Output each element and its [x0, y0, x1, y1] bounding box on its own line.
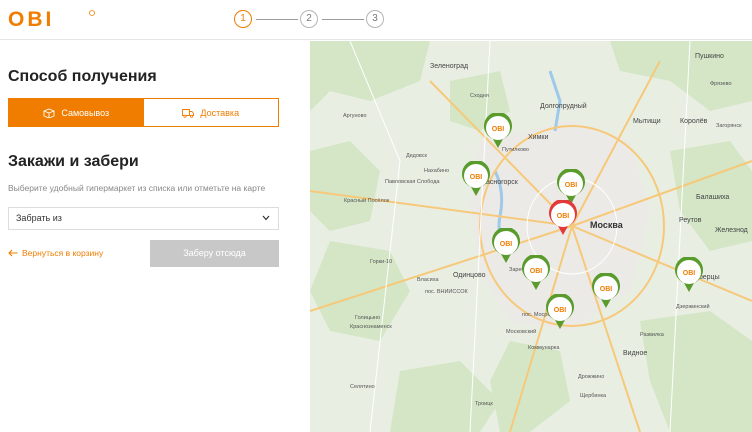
map-label-moscow: Москва: [590, 220, 623, 230]
store-pin[interactable]: OBI: [491, 228, 521, 264]
delivery-option-button[interactable]: Доставка: [143, 99, 278, 126]
store-select-value: Забрать из: [16, 213, 62, 223]
map-label: Горки-10: [370, 259, 393, 265]
back-to-cart-label: Вернуться в корзину: [22, 248, 104, 258]
map-label: Дзержинский: [676, 304, 710, 310]
map-label: Железнод: [715, 227, 748, 234]
map-label: Загорянск: [716, 123, 742, 129]
map-label: Сходня: [470, 93, 489, 99]
map-label: Химки: [528, 134, 549, 141]
svg-text:OBI: OBI: [530, 268, 543, 275]
map-label: Троицк: [475, 401, 493, 407]
step-divider: [322, 19, 364, 20]
map-label: Аргуново: [343, 113, 367, 119]
map-label: Зеленоград: [430, 63, 469, 70]
svg-text:OBI: OBI: [600, 286, 613, 293]
map-label: Пушкино: [695, 53, 724, 60]
store-map[interactable]: Зеленоград Долгопрудный Пушкино Химки Мы…: [310, 41, 752, 432]
map-label: Фрязево: [710, 81, 732, 87]
store-pin[interactable]: OBI: [674, 257, 704, 293]
pickup-option-button[interactable]: Самовывоз: [9, 99, 144, 126]
map-label: Краснознаменск: [350, 324, 392, 330]
pickup-option-label: Самовывоз: [61, 107, 110, 118]
store-pin[interactable]: OBI: [483, 113, 513, 149]
map-label: Долгопрудный: [540, 103, 587, 110]
chevron-down-icon: [262, 215, 270, 221]
svg-text:OBI: OBI: [470, 174, 483, 181]
map-label: Коммунарка: [528, 345, 560, 351]
step-2: 2: [300, 10, 318, 28]
map-label: Щербинка: [580, 393, 607, 399]
map-label: Московский: [506, 329, 537, 335]
svg-text:OBI: OBI: [557, 213, 570, 220]
map-label: Балашиха: [696, 194, 730, 201]
confirm-pickup-button[interactable]: Заберу отсюда: [150, 240, 279, 267]
step-divider: [256, 19, 298, 20]
store-pin[interactable]: OBI: [591, 273, 621, 309]
map-label: Одинцово: [453, 272, 486, 279]
delivery-method-toggle: Самовывоз Доставка: [8, 98, 279, 127]
arrow-left-icon: [8, 249, 18, 257]
svg-text:OBI: OBI: [492, 126, 505, 133]
map-label: Голицыно: [355, 315, 381, 321]
step-3: 3: [366, 10, 384, 28]
back-to-cart-link[interactable]: Вернуться в корзину: [8, 248, 103, 258]
map-label: Королёв: [680, 118, 708, 125]
delivery-method-title: Способ получения: [8, 68, 157, 85]
store-pin[interactable]: OBI: [461, 161, 491, 197]
box-icon: [43, 108, 55, 118]
map-label: Нахабино: [424, 168, 450, 174]
map-label: Мытищи: [633, 118, 661, 125]
pickup-hint: Выберите удобный гипермаркет из списка и…: [8, 183, 266, 193]
header: OBI 1 2 3: [0, 0, 752, 40]
pickup-title: Закажи и забери: [8, 153, 139, 170]
svg-text:OBI: OBI: [554, 307, 567, 314]
map-background: [310, 41, 752, 432]
map-label: Власиха: [417, 277, 439, 283]
svg-text:OBI: OBI: [683, 270, 696, 277]
map-label: Видное: [623, 350, 648, 357]
map-label: Красный Посёлок: [344, 198, 390, 204]
obi-logo[interactable]: OBI: [8, 9, 96, 29]
store-pin-selected[interactable]: OBI: [548, 200, 578, 236]
store-pin[interactable]: OBI: [545, 294, 575, 330]
map-label: пос. ВНИИССОК: [425, 289, 468, 295]
map-label: Селятино: [350, 384, 375, 390]
svg-text:OBI: OBI: [8, 9, 54, 29]
map-label: Развилка: [640, 332, 664, 338]
store-select[interactable]: Забрать из: [8, 207, 279, 230]
map-label: Реутов: [679, 217, 702, 224]
map-label: Дрожжино: [578, 374, 605, 380]
map-label: Дедовск: [406, 153, 427, 159]
delivery-option-label: Доставка: [200, 107, 240, 118]
map-label: Павловская Слобода: [385, 179, 440, 185]
store-pin[interactable]: OBI: [521, 255, 551, 291]
pickup-panel: Способ получения Самовывоз Доставка Зака…: [0, 41, 310, 432]
truck-icon: [182, 108, 195, 118]
svg-text:OBI: OBI: [500, 241, 513, 248]
svg-text:OBI: OBI: [565, 182, 578, 189]
step-1: 1: [234, 10, 252, 28]
